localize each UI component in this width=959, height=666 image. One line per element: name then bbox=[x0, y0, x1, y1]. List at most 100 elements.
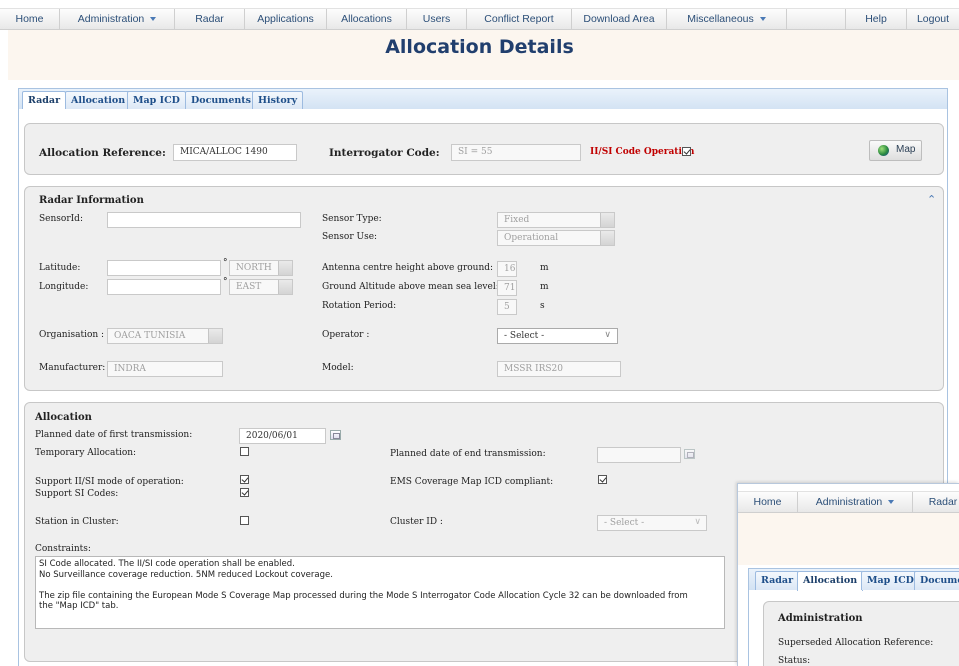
latitude-direction: NORTH bbox=[236, 263, 272, 273]
overlay-nav: Home Administration Radar bbox=[738, 491, 959, 513]
allocation-reference-label: Allocation Reference: bbox=[39, 147, 166, 159]
collapse-icon[interactable]: ⌃ bbox=[927, 193, 936, 206]
model-field: MSSR IRS20 bbox=[497, 361, 621, 377]
planned-first-transmission-field[interactable]: 2020/06/01 bbox=[239, 428, 326, 444]
antenna-height-field: 16 bbox=[497, 261, 517, 277]
reference-panel: Allocation Reference: MICA/ALLOC 1490 In… bbox=[24, 123, 944, 175]
support-si-label: Support SI Codes: bbox=[35, 489, 119, 499]
rotation-period-field: 5 bbox=[497, 299, 517, 315]
latitude-label: Latitude: bbox=[39, 263, 81, 273]
dropdown-button bbox=[600, 231, 614, 245]
tab-documents[interactable]: Documents bbox=[185, 91, 258, 110]
cluster-id-label: Cluster ID : bbox=[390, 517, 443, 527]
nav-help[interactable]: Help bbox=[845, 9, 907, 30]
constraints-label: Constraints: bbox=[35, 544, 91, 554]
chevron-down-icon: ∨ bbox=[604, 330, 611, 340]
nav-miscellaneous[interactable]: Miscellaneous bbox=[667, 9, 787, 30]
temporary-allocation-checkbox[interactable] bbox=[240, 447, 249, 456]
globe-icon bbox=[878, 145, 889, 156]
sensor-use-value: Operational bbox=[504, 233, 559, 243]
planned-end-transmission-field bbox=[597, 447, 681, 463]
map-button[interactable]: Map bbox=[869, 140, 922, 161]
operator-select[interactable]: - Select - ∨ bbox=[497, 328, 618, 344]
main-nav: Home Administration Radar Applications A… bbox=[0, 8, 959, 30]
overlay-nav-administration[interactable]: Administration bbox=[798, 492, 913, 513]
constraints-textarea[interactable]: SI Code allocated. The II/SI code operat… bbox=[35, 556, 725, 629]
organisation-select: OACA TUNISIA bbox=[107, 328, 223, 344]
allocation-reference-field: MICA/ALLOC 1490 bbox=[173, 144, 297, 161]
longitude-direction: EAST bbox=[236, 282, 262, 292]
overlay-tab-allocation[interactable]: Allocation bbox=[797, 571, 864, 591]
tab-allocation[interactable]: Allocation bbox=[65, 91, 132, 110]
chevron-down-icon: ∨ bbox=[694, 517, 701, 527]
nav-allocations[interactable]: Allocations bbox=[327, 9, 407, 30]
cluster-id-value: - Select - bbox=[604, 518, 645, 528]
superseded-allocation-label: Superseded Allocation Reference: bbox=[778, 638, 934, 648]
nav-applications[interactable]: Applications bbox=[245, 9, 327, 30]
nav-radar[interactable]: Radar bbox=[175, 9, 245, 30]
interrogator-code-label: Interrogator Code: bbox=[329, 147, 440, 159]
planned-first-transmission-label: Planned date of first transmission: bbox=[35, 430, 193, 440]
rotation-period-unit: s bbox=[540, 301, 545, 311]
overlay-tab-documents[interactable]: Docume bbox=[914, 571, 959, 590]
nav-users[interactable]: Users bbox=[407, 9, 467, 30]
calendar-icon bbox=[684, 449, 695, 459]
overlay-window: Home Administration Radar Radar Allocati… bbox=[737, 483, 959, 666]
ground-altitude-label: Ground Altitude above mean sea level: bbox=[322, 282, 499, 292]
sensor-use-label: Sensor Use: bbox=[322, 232, 378, 242]
sensor-use-select: Operational bbox=[497, 230, 615, 246]
organisation-value: OACA TUNISIA bbox=[114, 331, 186, 341]
operator-label: Operator : bbox=[322, 330, 370, 340]
nav-administration-label: Administration bbox=[77, 13, 145, 25]
sensor-type-select: Fixed bbox=[497, 212, 615, 228]
longitude-direction-select: EAST bbox=[229, 279, 293, 295]
nav-logout[interactable]: Logout bbox=[907, 9, 959, 30]
latitude-direction-select: NORTH bbox=[229, 260, 293, 276]
tab-history[interactable]: History bbox=[252, 91, 304, 110]
map-button-label: Map bbox=[896, 144, 916, 155]
ground-altitude-field: 71 bbox=[497, 280, 517, 296]
longitude-label: Longitude: bbox=[39, 282, 89, 292]
dropdown-button bbox=[208, 329, 222, 343]
latitude-field bbox=[107, 260, 221, 276]
tab-radar[interactable]: Radar bbox=[22, 91, 67, 111]
interrogator-code-field: SI = 55 bbox=[451, 144, 581, 161]
administration-title: Administration bbox=[778, 613, 863, 624]
rotation-period-label: Rotation Period: bbox=[322, 301, 397, 311]
sensor-type-label: Sensor Type: bbox=[322, 214, 382, 224]
nav-administration[interactable]: Administration bbox=[60, 9, 175, 30]
allocation-title: Allocation bbox=[35, 412, 92, 423]
chevron-down-icon bbox=[888, 500, 895, 505]
longitude-field bbox=[107, 279, 221, 295]
support-iisi-label: Support II/SI mode of operation: bbox=[35, 477, 184, 487]
manufacturer-label: Manufacturer: bbox=[39, 363, 106, 373]
antenna-height-label: Antenna centre height above ground: bbox=[322, 263, 494, 273]
nav-download-area[interactable]: Download Area bbox=[572, 9, 667, 30]
station-in-cluster-checkbox[interactable] bbox=[240, 516, 249, 525]
ems-coverage-label: EMS Coverage Map ICD compliant: bbox=[390, 477, 554, 487]
radar-information-title: Radar Information bbox=[39, 195, 144, 206]
nav-home[interactable]: Home bbox=[0, 9, 60, 30]
iisi-code-operation-checkbox bbox=[682, 147, 691, 156]
operator-value: - Select - bbox=[504, 331, 545, 341]
model-label: Model: bbox=[322, 363, 354, 373]
status-label: Status: bbox=[778, 656, 811, 666]
temporary-allocation-label: Temporary Allocation: bbox=[35, 448, 137, 458]
overlay-tab-map-icd[interactable]: Map ICD bbox=[861, 571, 920, 590]
latitude-degree: ° bbox=[223, 258, 228, 268]
page-title: Allocation Details bbox=[385, 36, 574, 58]
support-si-checkbox bbox=[240, 488, 249, 497]
overlay-tab-radar[interactable]: Radar bbox=[755, 571, 800, 590]
nav-conflict-report[interactable]: Conflict Report bbox=[467, 9, 572, 30]
overlay-tab-bar: Radar Allocation Map ICD Docume bbox=[748, 568, 959, 591]
tab-bar: Radar Allocation Map ICD Documents Histo… bbox=[18, 88, 948, 111]
calendar-icon[interactable] bbox=[330, 430, 341, 440]
dropdown-button bbox=[600, 213, 614, 227]
chevron-down-icon bbox=[759, 17, 766, 22]
overlay-header bbox=[738, 513, 959, 565]
dropdown-button bbox=[278, 280, 292, 294]
radar-information-panel: Radar Information ⌃ SensorId: Sensor Typ… bbox=[24, 186, 944, 391]
overlay-nav-radar[interactable]: Radar bbox=[913, 492, 959, 513]
overlay-nav-home[interactable]: Home bbox=[738, 492, 798, 513]
tab-map-icd[interactable]: Map ICD bbox=[127, 91, 186, 110]
